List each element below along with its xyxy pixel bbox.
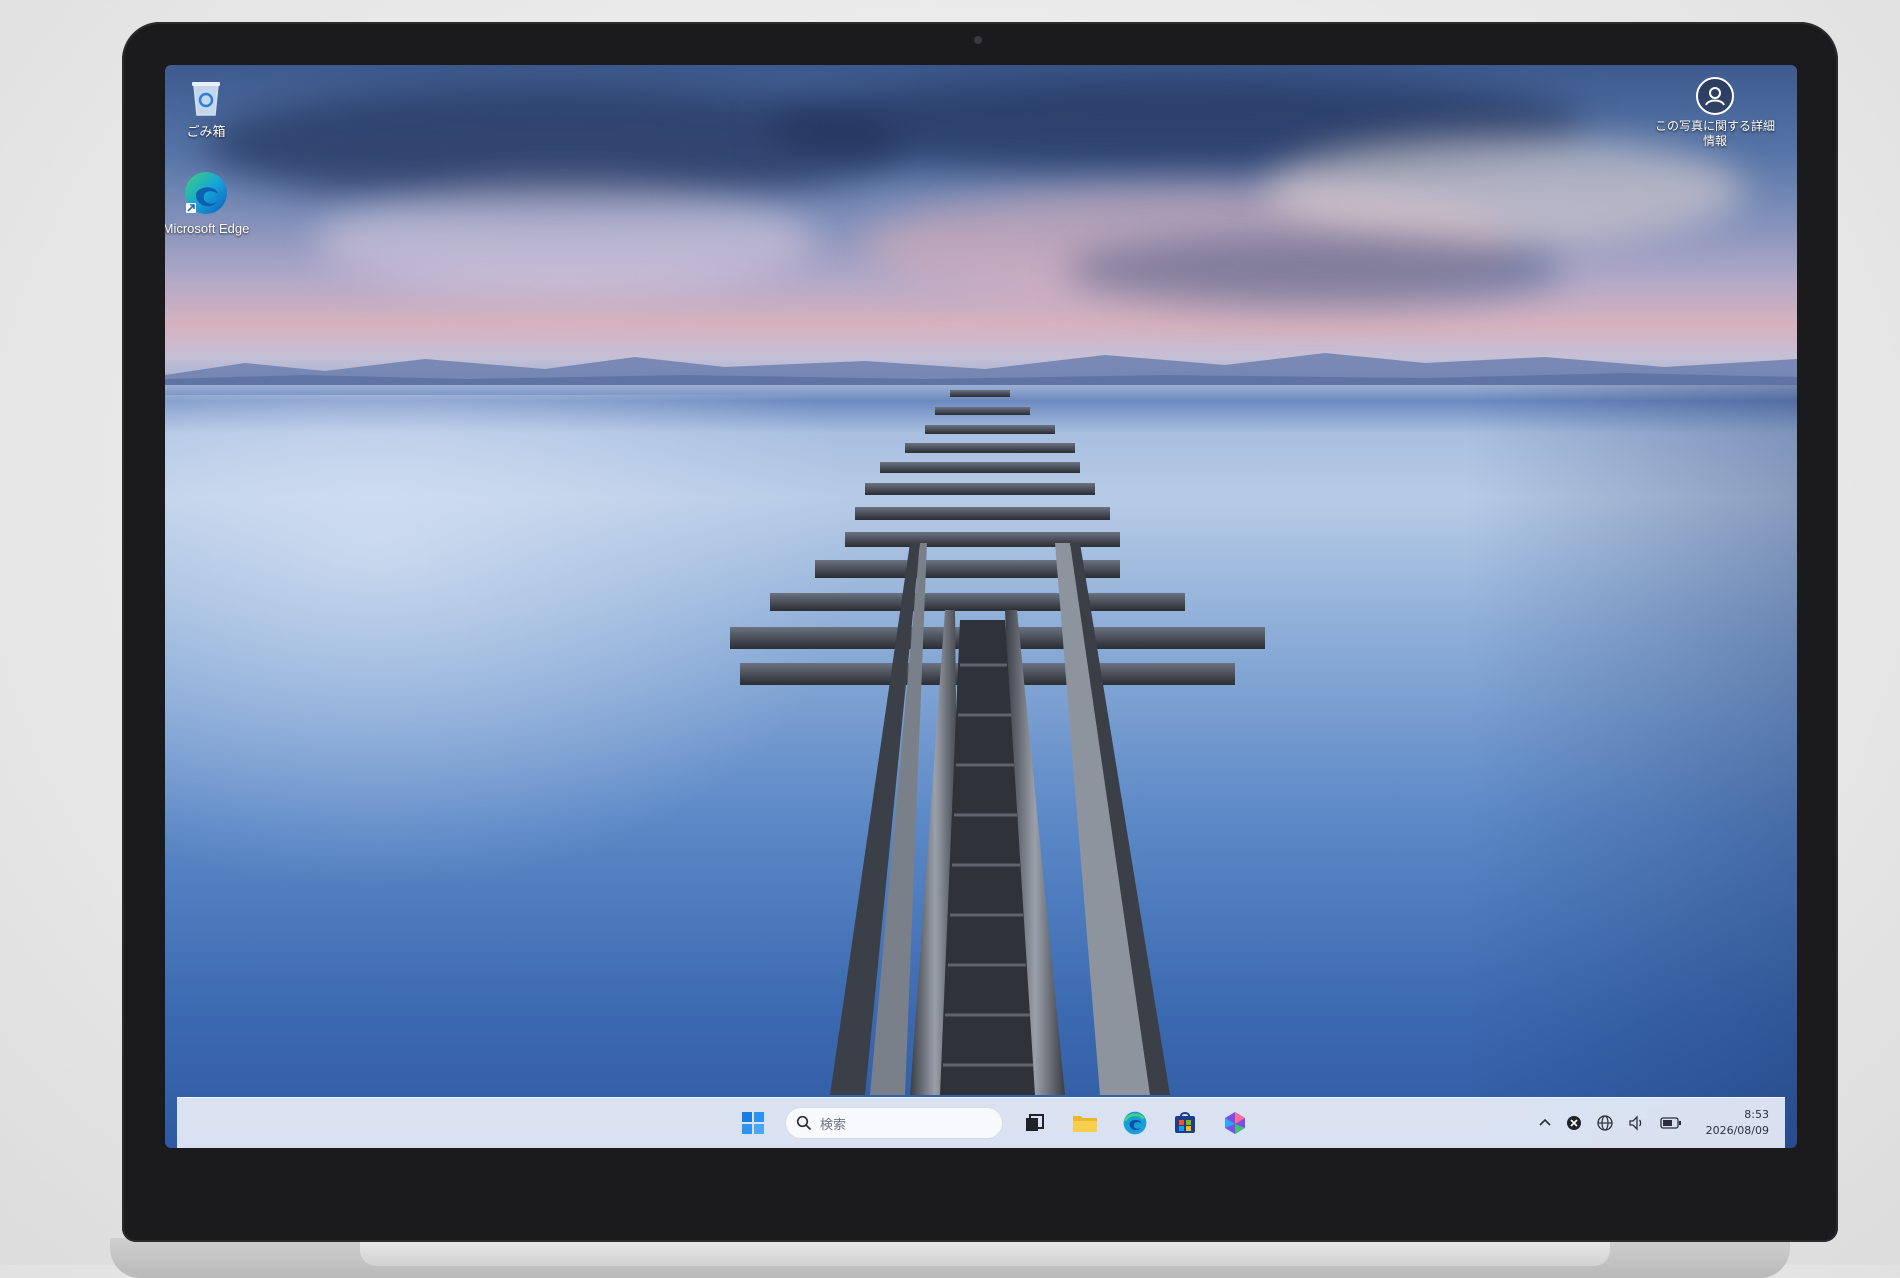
taskbar: 検索 8:53 2026/08/09 <box>177 1097 1785 1148</box>
clock[interactable]: 8:53 2026/08/09 <box>1706 1107 1769 1139</box>
task-view-icon <box>1026 1114 1044 1131</box>
chevron-up-icon[interactable] <box>1538 1116 1552 1130</box>
desktop-icon-edge[interactable]: Microsoft Edge <box>165 169 261 236</box>
taskbar-apps: 検索 <box>735 1098 1253 1148</box>
file-explorer-icon <box>1073 1116 1097 1132</box>
desktop-icon-recycle-bin[interactable]: ごみ箱 <box>165 79 261 140</box>
edge-icon <box>1123 1111 1147 1135</box>
start-button[interactable] <box>735 1105 771 1141</box>
volume-icon[interactable] <box>1628 1114 1646 1132</box>
webcam-icon <box>974 36 982 44</box>
task-view-button[interactable] <box>1017 1105 1053 1141</box>
search-input[interactable]: 検索 <box>785 1107 1003 1139</box>
clock-date: 2026/08/09 <box>1705 1124 1769 1137</box>
edge-taskbar-button[interactable] <box>1117 1105 1153 1141</box>
search-icon <box>796 1115 812 1131</box>
store-icon <box>1175 1112 1195 1133</box>
camera-info-icon <box>1696 77 1734 115</box>
desktop-icon-label: ごみ箱 <box>186 124 226 139</box>
recycle-bin-icon <box>192 82 220 116</box>
store-button[interactable] <box>1167 1105 1203 1141</box>
system-tray: 8:53 2026/08/09 <box>1538 1098 1769 1148</box>
edge-icon <box>185 172 227 214</box>
wooden-pier <box>730 390 1265 1095</box>
m365-icon <box>1225 1112 1245 1134</box>
about-this-photo[interactable]: この写真に関する詳細情報 <box>1655 77 1775 149</box>
close-circle-icon[interactable] <box>1566 1115 1582 1131</box>
network-icon[interactable] <box>1596 1114 1614 1132</box>
start-icon <box>742 1112 764 1134</box>
laptop-hinge <box>360 1242 1610 1266</box>
desktop-screen: ごみ箱 Microsoft Edge この写真に関する詳細情報 検索 8:53 … <box>165 65 1797 1148</box>
desktop-icon-label: Microsoft Edge <box>165 221 250 236</box>
battery-icon[interactable] <box>1659 1116 1682 1130</box>
about-photo-label: この写真に関する詳細情報 <box>1655 119 1776 148</box>
clock-time: 8:53 <box>1744 1108 1769 1121</box>
search-placeholder: 検索 <box>820 1117 847 1133</box>
m365-button[interactable] <box>1217 1105 1253 1141</box>
file-explorer-button[interactable] <box>1067 1105 1103 1141</box>
